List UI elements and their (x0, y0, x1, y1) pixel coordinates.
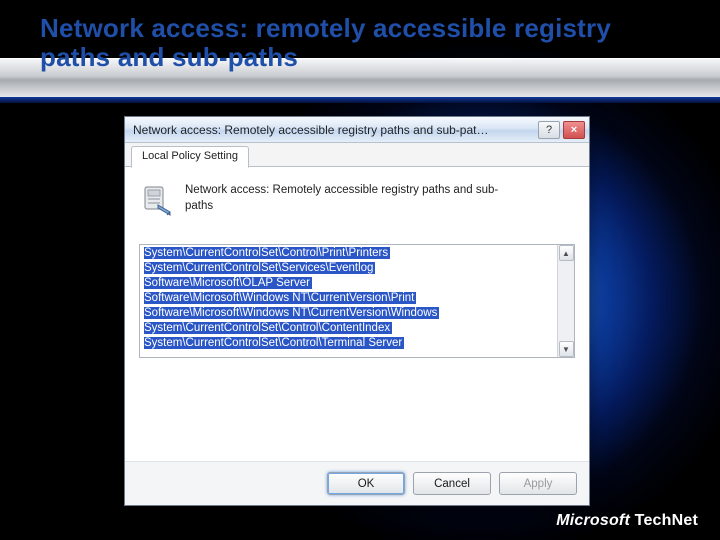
registry-server-icon (141, 183, 175, 222)
policy-heading: Network access: Remotely accessible regi… (185, 183, 505, 214)
apply-button[interactable]: Apply (499, 472, 577, 495)
dialog-title-text: Network access: Remotely accessible regi… (133, 123, 535, 137)
list-item[interactable]: System\CurrentControlSet\Control\Print\P… (140, 246, 557, 261)
ok-button[interactable]: OK (327, 472, 405, 495)
footer-logo: Microsoft TechNet (556, 512, 698, 530)
tab-strip: Local Policy Setting (125, 143, 589, 167)
policy-dialog: Network access: Remotely accessible regi… (124, 116, 590, 506)
list-item[interactable]: Software\Microsoft\Windows NT\CurrentVer… (140, 306, 557, 321)
registry-paths-list-items[interactable]: System\CurrentControlSet\Control\Print\P… (140, 245, 557, 357)
list-item[interactable]: System\CurrentControlSet\Services\Eventl… (140, 261, 557, 276)
help-button[interactable]: ? (538, 121, 560, 139)
footer-sub: TechNet (635, 512, 698, 529)
slide-title: Network access: remotely accessible regi… (40, 14, 680, 71)
close-button[interactable]: × (563, 121, 585, 139)
registry-paths-listbox[interactable]: System\CurrentControlSet\Control\Print\P… (139, 244, 575, 358)
list-item[interactable]: System\CurrentControlSet\Control\Content… (140, 321, 557, 336)
tab-local-policy-setting[interactable]: Local Policy Setting (131, 146, 249, 168)
dialog-titlebar[interactable]: Network access: Remotely accessible regi… (125, 117, 589, 143)
list-item[interactable]: Software\Microsoft\Windows NT\CurrentVer… (140, 291, 557, 306)
list-item[interactable]: Software\Microsoft\OLAP Server (140, 276, 557, 291)
listbox-scrollbar[interactable]: ▲ ▼ (557, 245, 574, 357)
footer-brand: Microsoft (556, 512, 630, 529)
scroll-down-button[interactable]: ▼ (559, 341, 574, 357)
dialog-body: Network access: Remotely accessible regi… (125, 167, 589, 461)
cancel-button[interactable]: Cancel (413, 472, 491, 495)
list-item[interactable]: System\CurrentControlSet\Control\Termina… (140, 336, 557, 351)
scroll-up-button[interactable]: ▲ (559, 245, 574, 261)
dialog-button-bar: OK Cancel Apply (125, 461, 589, 505)
